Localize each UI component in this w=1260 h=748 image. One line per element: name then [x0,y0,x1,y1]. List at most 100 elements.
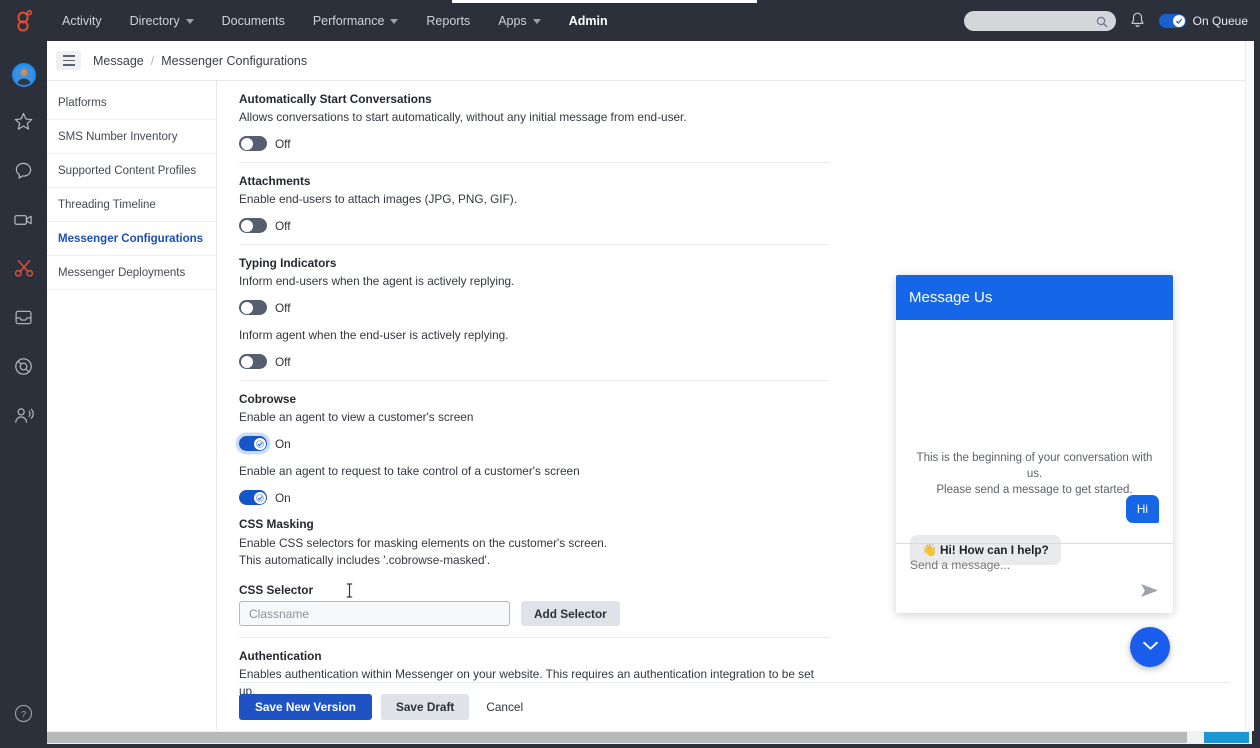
sidebar-item-platforms[interactable]: Platforms [47,86,216,120]
svg-text:?: ? [21,709,26,720]
toggle-state-label: On [275,491,291,505]
nav-item-directory[interactable]: Directory [116,4,208,37]
setting-typing-indicators: Typing Indicators Inform end-users when … [239,245,829,381]
toggle-knob [254,492,266,504]
app-window: Activity Directory Documents Performance… [0,0,1260,748]
left-icon-rail: ? [0,37,47,748]
top-nav-right-group: On Queue [964,11,1260,31]
scrollbar-corner-indicator [1204,732,1249,743]
setting-title: Typing Indicators [239,256,829,270]
rail-item-avatar[interactable] [0,50,47,99]
breadcrumb: Message / Messenger Configurations [93,54,307,68]
css-selector-input[interactable] [239,601,510,626]
toggle-state-label: On [275,437,291,451]
rail-item-star[interactable] [0,99,47,148]
toggle-state-label: Off [275,301,291,315]
cobrowse-view-description: Enable an agent to view a customer's scr… [239,409,829,426]
global-search[interactable] [964,11,1116,31]
on-queue-toggle[interactable] [1159,14,1186,28]
setting-description: Enable end-users to attach images (JPG, … [239,191,829,208]
star-icon [14,112,33,136]
nav-item-documents[interactable]: Documents [208,4,299,37]
toggle-knob [1173,15,1185,27]
avatar [12,63,36,87]
messenger-conversation: This is the beginning of your conversati… [896,320,1173,543]
toggle-state-label: Off [275,355,291,369]
video-camera-icon [13,210,34,234]
setting-description-1: Inform end-users when the agent is activ… [239,273,829,290]
css-masking-description-1: Enable CSS selectors for masking element… [239,535,829,552]
horizontal-scrollbar[interactable] [47,731,1252,744]
conversation-intro-line-1: This is the beginning of your conversati… [910,450,1159,482]
sidebar-item-label: Threading Timeline [58,199,156,211]
save-draft-button[interactable]: Save Draft [381,694,469,720]
nav-item-apps[interactable]: Apps [484,4,555,37]
rail-item-scissors[interactable] [0,246,47,295]
sidebar-item-messenger-deployments[interactable]: Messenger Deployments [47,256,216,290]
nav-item-admin[interactable]: Admin [555,4,622,37]
nav-item-performance[interactable]: Performance [299,4,413,37]
attachments-toggle-row: Off [239,218,829,233]
rail-item-chat[interactable] [0,148,47,197]
rail-item-inbox[interactable] [0,295,47,344]
sidebar-item-sms-number-inventory[interactable]: SMS Number Inventory [47,120,216,154]
genesys-logo[interactable] [0,4,48,37]
attachments-toggle[interactable] [239,218,267,233]
typing-enduser-toggle-row: Off [239,354,829,369]
search-input[interactable] [964,12,1092,30]
sidebar-item-threading-timeline[interactable]: Threading Timeline [47,188,216,222]
sidebar-item-label: Messenger Deployments [58,267,185,279]
send-icon[interactable] [1140,583,1159,603]
typing-indicator-agent-toggle[interactable] [239,300,267,315]
nav-item-label: Reports [426,14,470,28]
cobrowse-view-toggle[interactable] [239,436,267,451]
css-selector-row: Add Selector [239,601,829,626]
vertical-scrollbar[interactable] [1245,41,1254,731]
browser-tab-sliver[interactable] [452,0,757,3]
notifications-bell-icon[interactable] [1130,12,1145,29]
css-selector-label: CSS Selector [239,583,829,597]
breadcrumb-parent[interactable]: Message [93,54,144,68]
setting-cobrowse: Cobrowse Enable an agent to view a custo… [239,381,829,638]
toggle-knob [241,356,253,368]
rail-item-video[interactable] [0,197,47,246]
horizontal-scrollbar-thumb[interactable] [47,732,1187,743]
messenger-title: Message Us [909,289,992,306]
cobrowse-control-toggle[interactable] [239,490,267,505]
css-masking-title: CSS Masking [239,517,829,531]
sidebar-item-supported-content-profiles[interactable]: Supported Content Profiles [47,154,216,188]
add-selector-button[interactable]: Add Selector [521,601,620,626]
rail-item-support[interactable] [0,344,47,393]
setting-description-2: Inform agent when the end-user is active… [239,327,829,344]
nav-item-label: Performance [313,14,385,28]
cancel-button[interactable]: Cancel [478,694,531,720]
typing-indicator-enduser-toggle[interactable] [239,354,267,369]
toggle-knob [241,302,253,314]
rail-item-agent[interactable] [0,393,47,442]
user-message-bubble: Hi [1126,495,1159,523]
toggle-state-label: Off [275,137,291,151]
lifebuoy-icon [14,357,33,381]
breadcrumb-current[interactable]: Messenger Configurations [161,54,307,68]
toggle-knob [241,138,253,150]
toggle-state-label: Off [275,219,291,233]
setting-title: Cobrowse [239,392,829,406]
sidebar-item-messenger-configurations[interactable]: Messenger Configurations [47,222,216,256]
breadcrumb-separator: / [151,54,154,68]
messenger-collapse-button[interactable] [1130,627,1170,667]
save-new-version-button[interactable]: Save New Version [239,694,372,720]
nav-item-label: Admin [569,14,608,28]
setting-auto-start-conversations: Automatically Start Conversations Allows… [239,81,829,163]
on-queue-control[interactable]: On Queue [1159,14,1248,28]
messenger-message-input[interactable] [910,558,1159,572]
toggle-knob [254,438,266,450]
nav-item-reports[interactable]: Reports [412,4,484,37]
rail-item-help[interactable]: ? [0,691,47,740]
typing-agent-toggle-row: Off [239,300,829,315]
auto-start-toggle[interactable] [239,136,267,151]
chevron-down-icon [186,19,194,24]
hamburger-menu-icon[interactable] [56,51,81,70]
nav-item-activity[interactable]: Activity [48,4,116,37]
nav-item-label: Apps [498,14,527,28]
sidebar-item-label: SMS Number Inventory [58,131,178,143]
